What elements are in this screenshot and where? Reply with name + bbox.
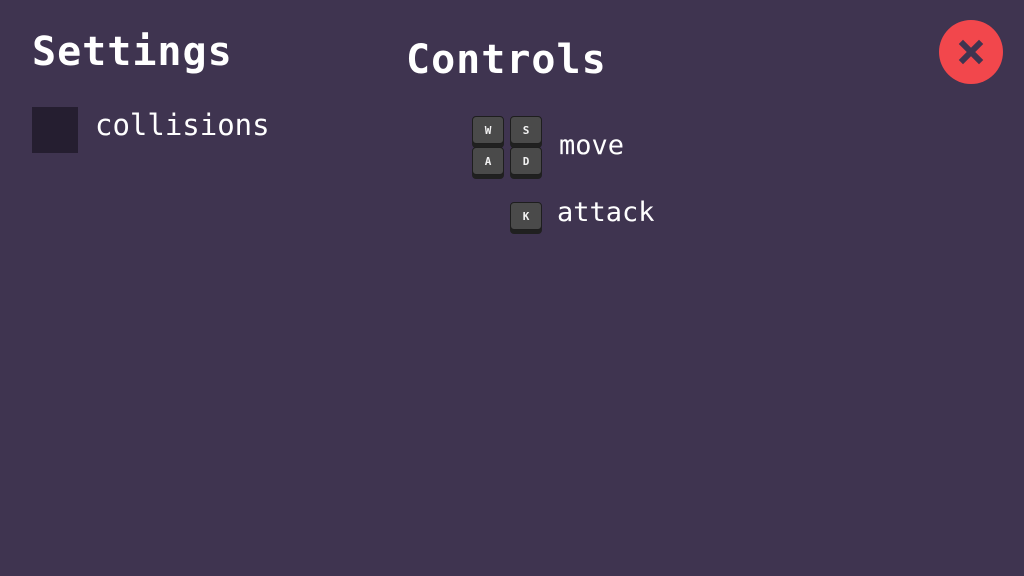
key-a: A (472, 147, 504, 175)
key-s: S (510, 116, 542, 144)
collisions-setting[interactable]: collisions (32, 107, 270, 153)
close-button[interactable] (939, 20, 1003, 84)
key-k: K (510, 202, 542, 230)
collisions-label: collisions (95, 107, 270, 142)
key-w: W (472, 116, 504, 144)
settings-title: Settings (32, 29, 233, 75)
controls-title: Controls (406, 37, 607, 83)
close-icon (958, 39, 984, 65)
settings-screen: Settings collisions Controls W S A D mov… (0, 0, 1024, 576)
key-d: D (510, 147, 542, 175)
collisions-checkbox[interactable] (32, 107, 78, 153)
attack-label: attack (557, 197, 655, 228)
move-label: move (559, 130, 625, 161)
